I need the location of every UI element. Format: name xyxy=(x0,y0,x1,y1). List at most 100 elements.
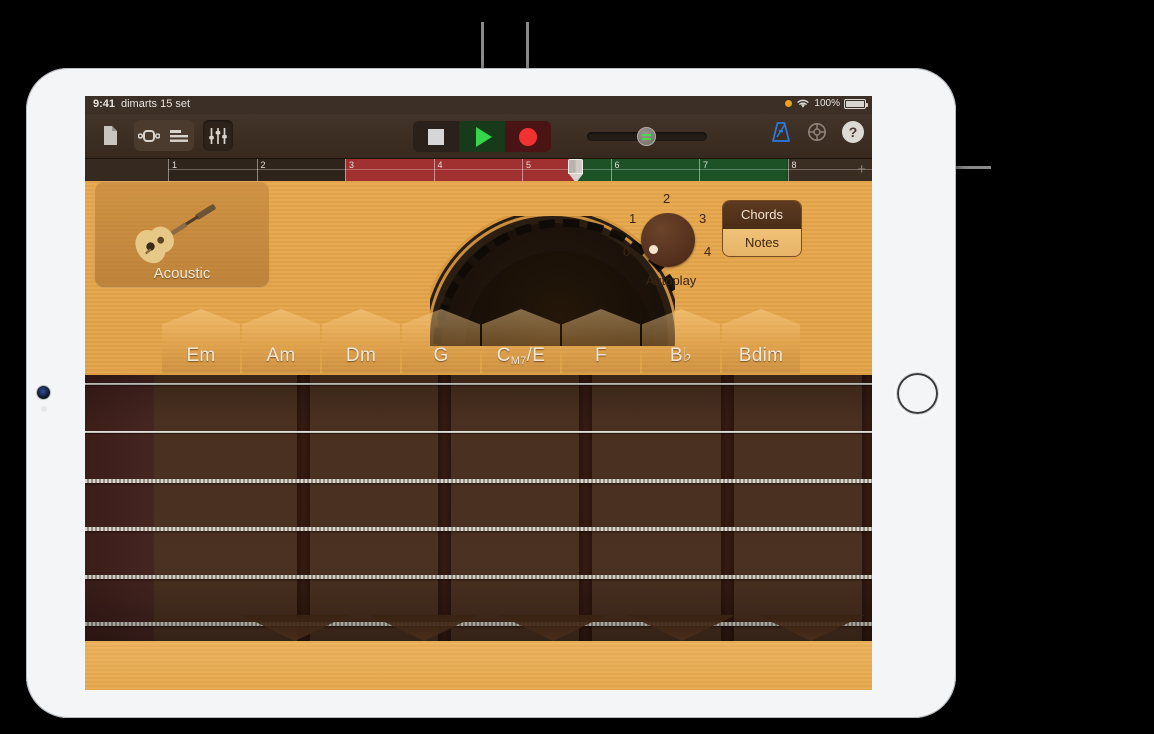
autoplay-value-4: 4 xyxy=(704,244,711,259)
help-button[interactable]: ? xyxy=(842,121,864,143)
guitar-string-6[interactable] xyxy=(85,622,872,626)
guitar-string-4[interactable] xyxy=(85,527,872,531)
metronome-icon[interactable] xyxy=(770,121,792,143)
bar-number: 7 xyxy=(703,160,708,170)
bar-line xyxy=(611,159,612,181)
guitar-nut xyxy=(85,375,154,641)
chord-button-bb[interactable]: B♭ xyxy=(642,309,720,373)
guitar-string-2[interactable] xyxy=(85,431,872,433)
autoplay-value-1: 1 xyxy=(629,211,636,226)
fret-divider xyxy=(862,375,872,641)
chord-button-dm[interactable]: Dm xyxy=(322,309,400,373)
bar-number: 4 xyxy=(438,160,443,170)
bar-number: 6 xyxy=(615,160,620,170)
chord-label: F xyxy=(595,345,607,367)
loop-browser-icon[interactable] xyxy=(134,120,164,151)
autoplay-knob-indicator xyxy=(649,245,658,254)
transport-group xyxy=(413,121,551,152)
bar-line xyxy=(168,159,169,181)
autoplay-value-0: 0 xyxy=(623,244,630,259)
bar-line xyxy=(434,159,435,181)
ruler-region-green xyxy=(575,159,787,181)
status-bar: 9:41 dimarts 15 set 100% xyxy=(85,96,872,114)
record-button[interactable] xyxy=(505,121,551,152)
mixer-icon[interactable] xyxy=(203,120,233,151)
fret-divider xyxy=(297,375,310,641)
bar-number: 3 xyxy=(349,160,354,170)
bar-number: 8 xyxy=(792,160,797,170)
wifi-icon xyxy=(796,98,810,109)
mode-option-chords[interactable]: Chords xyxy=(723,201,801,229)
master-volume-slider[interactable] xyxy=(587,121,707,152)
add-section-icon[interactable]: + xyxy=(857,163,866,176)
ruler-region-red xyxy=(345,159,575,181)
playhead[interactable] xyxy=(568,159,583,181)
ruler-lane[interactable]: 1 2 3 4 5 6 7 8 xyxy=(168,159,872,181)
chord-button-cmaj7-e[interactable]: CM7/E xyxy=(482,309,560,373)
fret-divider xyxy=(438,375,451,641)
gear-icon[interactable] xyxy=(806,121,828,143)
bar-number: 1 xyxy=(172,160,177,170)
toolbar-left-group xyxy=(95,120,233,151)
toolbar-view-group xyxy=(134,120,194,151)
guitar-instrument: Acoustic 2 1 3 0 4 Autoplay Chords Notes xyxy=(85,181,872,690)
chord-bass: /E xyxy=(527,345,546,367)
play-icon xyxy=(476,127,492,147)
slider-handle[interactable] xyxy=(637,127,656,146)
chord-strip: Em Am Dm G CM7/E F B♭ Bdim xyxy=(85,309,872,375)
bar-number: 5 xyxy=(526,160,531,170)
fretboard[interactable] xyxy=(85,375,872,641)
home-button[interactable] xyxy=(896,372,939,415)
chord-button-em[interactable]: Em xyxy=(162,309,240,373)
bar-line xyxy=(257,159,258,181)
autoplay-value-2: 2 xyxy=(663,191,670,206)
guitar-lower-body xyxy=(85,641,872,690)
record-icon xyxy=(519,128,537,146)
guitar-string-1[interactable] xyxy=(85,383,872,385)
my-songs-icon[interactable] xyxy=(95,120,125,151)
ambient-sensor-icon xyxy=(41,406,47,412)
fretboard-shading xyxy=(85,375,872,641)
battery-icon xyxy=(844,99,866,109)
bar-number: 2 xyxy=(261,160,266,170)
stop-icon xyxy=(428,129,444,145)
autoplay-knob[interactable] xyxy=(641,213,695,267)
orange-dot-icon xyxy=(785,100,792,107)
chord-label: Em xyxy=(186,345,215,367)
chord-button-g[interactable]: G xyxy=(402,309,480,373)
chord-button-am[interactable]: Am xyxy=(242,309,320,373)
chord-sup: M7 xyxy=(511,355,527,367)
guitar-string-5[interactable] xyxy=(85,575,872,579)
chord-label: Dm xyxy=(346,345,376,367)
autoplay-value-3: 3 xyxy=(699,211,706,226)
status-document-name: dimarts 15 set xyxy=(121,98,190,110)
bar-line xyxy=(699,159,700,181)
chord-label: B♭ xyxy=(670,344,692,367)
status-time: 9:41 xyxy=(93,98,115,110)
track-view-icon[interactable] xyxy=(164,120,194,151)
chord-button-bdim[interactable]: Bdim xyxy=(722,309,800,373)
stop-button[interactable] xyxy=(413,121,459,152)
mode-toggle[interactable]: Chords Notes xyxy=(723,201,801,256)
guitar-string-3[interactable] xyxy=(85,479,872,483)
chord-label: G xyxy=(433,345,448,367)
chord-label: C xyxy=(497,345,511,367)
toolbar-right-group: ? xyxy=(770,121,864,143)
mode-option-notes[interactable]: Notes xyxy=(723,229,801,257)
transport-controls xyxy=(413,121,707,152)
autoplay-control[interactable]: 2 1 3 0 4 Autoplay xyxy=(621,191,709,291)
fret-divider xyxy=(579,375,592,641)
chord-label: Bdim xyxy=(739,345,784,367)
front-camera-icon xyxy=(37,386,50,399)
main-toolbar: ? xyxy=(85,114,872,159)
battery-percent: 100% xyxy=(814,98,840,109)
chord-button-f[interactable]: F xyxy=(562,309,640,373)
timeline-ruler[interactable]: 1 2 3 4 5 6 7 8 + xyxy=(85,159,872,181)
instrument-selector[interactable]: Acoustic xyxy=(94,181,270,288)
screenshot-root: 9:41 dimarts 15 set 100% xyxy=(0,0,1154,734)
chord-label: Am xyxy=(266,345,295,367)
instrument-name: Acoustic xyxy=(154,265,211,282)
play-button[interactable] xyxy=(459,121,505,152)
bar-line xyxy=(788,159,789,181)
app-screen: 9:41 dimarts 15 set 100% xyxy=(85,96,872,690)
